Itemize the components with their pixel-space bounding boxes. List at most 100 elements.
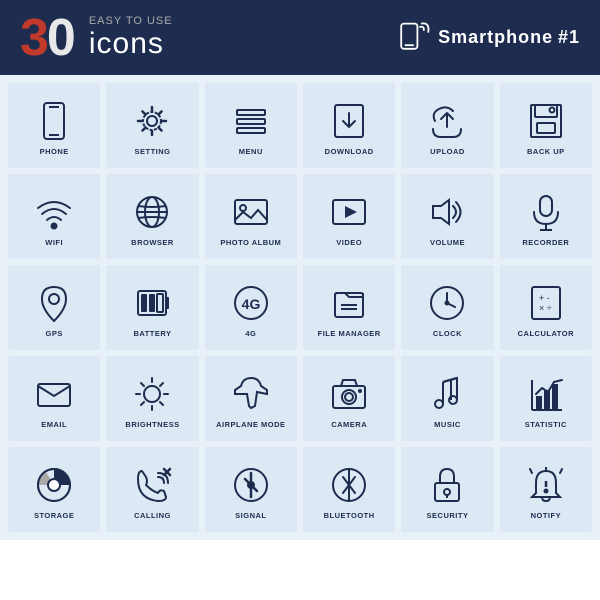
icon-music: MUSIC bbox=[401, 356, 493, 441]
backup-icon bbox=[524, 99, 568, 143]
header-number: 30 bbox=[20, 12, 74, 64]
recorder-label: RECORDER bbox=[522, 238, 569, 247]
calling-icon bbox=[130, 463, 174, 507]
header-text: Easy To Use icons bbox=[89, 15, 173, 60]
brightness-label: BRIGHTNESS bbox=[125, 420, 179, 429]
notify-icon bbox=[524, 463, 568, 507]
filemanager-icon bbox=[327, 281, 371, 325]
icon-bluetooth: BLUETOOTH bbox=[303, 447, 395, 532]
storage-icon bbox=[32, 463, 76, 507]
statistic-icon bbox=[524, 372, 568, 416]
icon-browser: BROWSER bbox=[106, 174, 198, 259]
download-label: DOWNLOAD bbox=[325, 147, 374, 156]
gps-icon bbox=[32, 281, 76, 325]
4g-icon: 4G bbox=[229, 281, 273, 325]
battery-label: BATTERY bbox=[133, 329, 171, 338]
gps-label: GPS bbox=[45, 329, 62, 338]
menu-icon bbox=[229, 99, 273, 143]
calculator-label: CALCULATOR bbox=[518, 329, 574, 338]
volume-icon bbox=[425, 190, 469, 234]
svg-text:× ÷: × ÷ bbox=[539, 303, 552, 313]
phone-label: PHONE bbox=[40, 147, 69, 156]
svg-text:+ -: + - bbox=[539, 293, 550, 303]
airplane-icon bbox=[229, 372, 273, 416]
volume-label: VOLUME bbox=[430, 238, 465, 247]
icon-email: EMAIL bbox=[8, 356, 100, 441]
camera-icon bbox=[327, 372, 371, 416]
icon-airplane: AIRPLANE MODE bbox=[205, 356, 297, 441]
icon-calling: CALLING bbox=[106, 447, 198, 532]
upload-label: UPLOAD bbox=[430, 147, 465, 156]
download-icon bbox=[327, 99, 371, 143]
icon-clock: CLOCK bbox=[401, 265, 493, 350]
photo-label: PHOTO ALBUM bbox=[220, 238, 281, 247]
music-icon bbox=[425, 372, 469, 416]
clock-label: CLOCK bbox=[433, 329, 462, 338]
icon-recorder: RECORDER bbox=[500, 174, 592, 259]
wifi-label: WIFI bbox=[45, 238, 63, 247]
icon-notify: NOTIFY bbox=[500, 447, 592, 532]
icon-battery: BATTERY bbox=[106, 265, 198, 350]
svg-text:4G: 4G bbox=[241, 296, 260, 312]
setting-icon bbox=[130, 99, 174, 143]
signal-label: SIGNAL bbox=[235, 511, 266, 520]
photo-icon bbox=[229, 190, 273, 234]
icon-menu: MENU bbox=[205, 83, 297, 168]
brightness-icon bbox=[130, 372, 174, 416]
music-label: MUSIC bbox=[434, 420, 461, 429]
icon-grid: PHONE SETTING MENU bbox=[0, 75, 600, 540]
security-icon bbox=[425, 463, 469, 507]
storage-label: STORAGE bbox=[34, 511, 74, 520]
calling-label: CALLING bbox=[134, 511, 171, 520]
battery-icon bbox=[130, 281, 174, 325]
icon-statistic: STATISTIC bbox=[500, 356, 592, 441]
icon-setting: SETTING bbox=[106, 83, 198, 168]
header: 30 Easy To Use icons Smartphone #1 bbox=[0, 0, 600, 75]
camera-label: CAMERA bbox=[331, 420, 367, 429]
icon-storage: STORAGE bbox=[8, 447, 100, 532]
filemanager-label: FILE MANAGER bbox=[318, 329, 381, 338]
icon-brightness: BRIGHTNESS bbox=[106, 356, 198, 441]
icon-video: VIDEO bbox=[303, 174, 395, 259]
4g-label: 4G bbox=[245, 329, 256, 338]
icon-gps: GPS bbox=[8, 265, 100, 350]
video-icon bbox=[327, 190, 371, 234]
phone-icon bbox=[32, 99, 76, 143]
header-phone-icon bbox=[394, 20, 430, 56]
header-easy-label: Easy To Use bbox=[89, 15, 173, 27]
backup-label: BACK UP bbox=[527, 147, 565, 156]
calculator-icon: + - × ÷ bbox=[524, 281, 568, 325]
menu-label: MENU bbox=[239, 147, 263, 156]
bluetooth-label: BLUETOOTH bbox=[324, 511, 375, 520]
wifi-icon bbox=[32, 190, 76, 234]
icon-calculator: + - × ÷ CALCULATOR bbox=[500, 265, 592, 350]
email-icon bbox=[32, 372, 76, 416]
icon-filemanager: FILE MANAGER bbox=[303, 265, 395, 350]
security-label: SECURITY bbox=[427, 511, 469, 520]
icon-camera: CAMERA bbox=[303, 356, 395, 441]
browser-label: BROWSER bbox=[131, 238, 174, 247]
icon-upload: UPLOAD bbox=[401, 83, 493, 168]
upload-icon bbox=[425, 99, 469, 143]
icon-phone: PHONE bbox=[8, 83, 100, 168]
bluetooth-icon bbox=[327, 463, 371, 507]
browser-icon bbox=[130, 190, 174, 234]
icon-volume: VOLUME bbox=[401, 174, 493, 259]
icon-security: SECURITY bbox=[401, 447, 493, 532]
clock-icon bbox=[425, 281, 469, 325]
header-icons-label: icons bbox=[89, 27, 173, 60]
icon-4g: 4G 4G bbox=[205, 265, 297, 350]
setting-label: SETTING bbox=[134, 147, 170, 156]
email-label: EMAIL bbox=[41, 420, 67, 429]
statistic-label: STATISTIC bbox=[525, 420, 567, 429]
header-right: Smartphone #1 bbox=[394, 20, 580, 56]
recorder-icon bbox=[524, 190, 568, 234]
icon-backup: BACK UP bbox=[500, 83, 592, 168]
header-smartphone-title: Smartphone #1 bbox=[438, 27, 580, 48]
icon-signal: SIGNAL bbox=[205, 447, 297, 532]
icon-wifi: WIFI bbox=[8, 174, 100, 259]
icon-download: DOWNLOAD bbox=[303, 83, 395, 168]
icon-photo: PHOTO ALBUM bbox=[205, 174, 297, 259]
video-label: VIDEO bbox=[336, 238, 362, 247]
airplane-label: AIRPLANE MODE bbox=[216, 420, 285, 429]
